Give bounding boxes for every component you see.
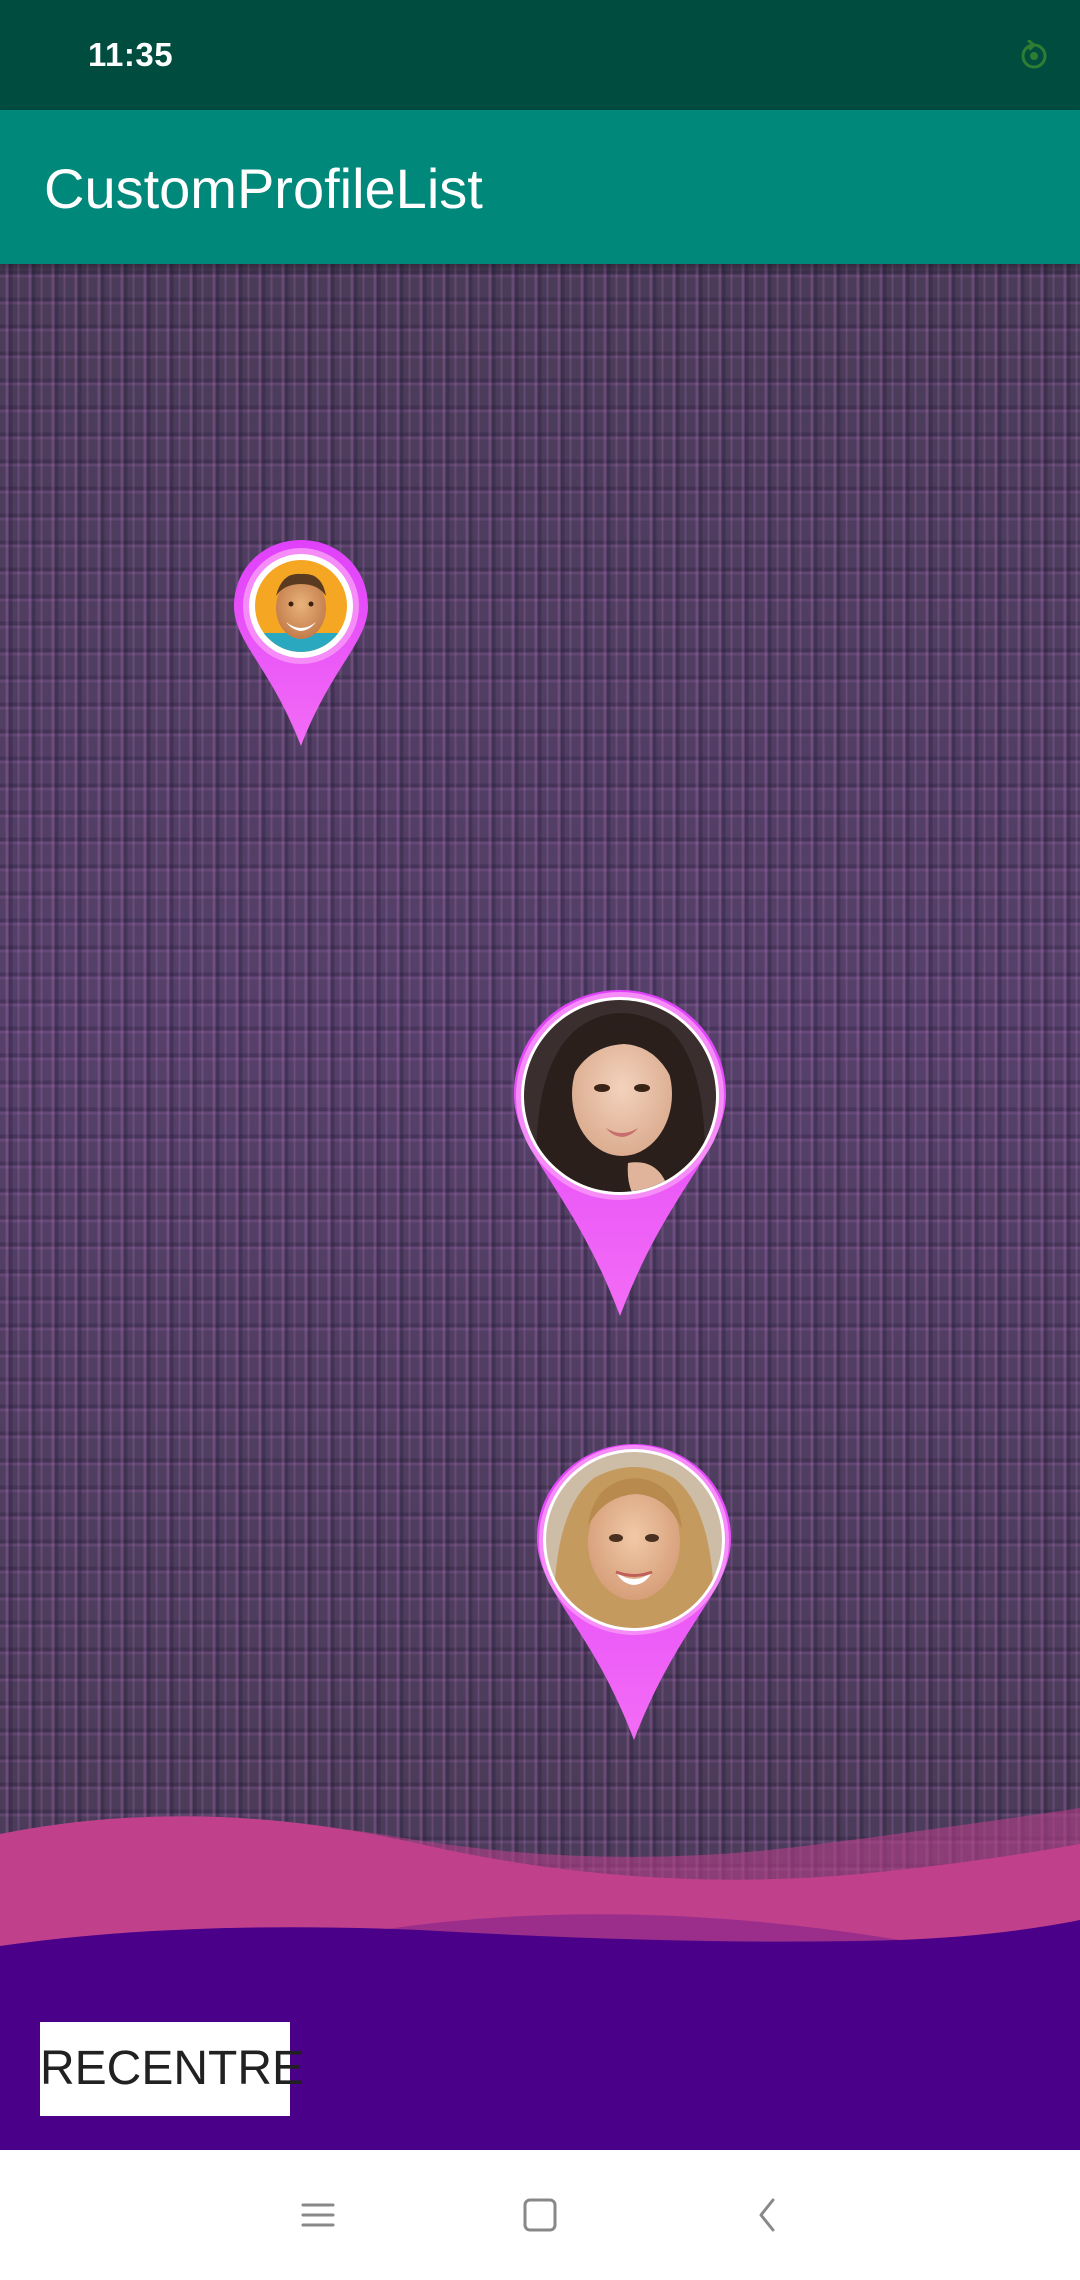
map-pin-icon [514, 990, 726, 1316]
recentre-button[interactable]: RECENTRE [40, 2022, 304, 2116]
map-pin-icon [537, 1444, 731, 1740]
status-bar: 11:35 [0, 0, 1080, 110]
map-area[interactable]: RECENTRE [0, 264, 1080, 2150]
map-pin-icon [234, 540, 368, 746]
app-title: CustomProfileList [44, 157, 483, 220]
profile-marker-woman-2[interactable] [532, 1442, 736, 1742]
menu-icon[interactable] [293, 2190, 343, 2240]
navigation-bar [0, 2150, 1080, 2280]
app-bar: CustomProfileList [0, 110, 1080, 264]
profile-marker-man[interactable] [230, 538, 372, 748]
sync-icon [1018, 39, 1050, 72]
back-icon[interactable] [743, 2190, 793, 2240]
status-time: 11:35 [88, 36, 174, 73]
profile-marker-woman-1[interactable] [508, 988, 732, 1318]
home-icon[interactable] [515, 2190, 565, 2240]
